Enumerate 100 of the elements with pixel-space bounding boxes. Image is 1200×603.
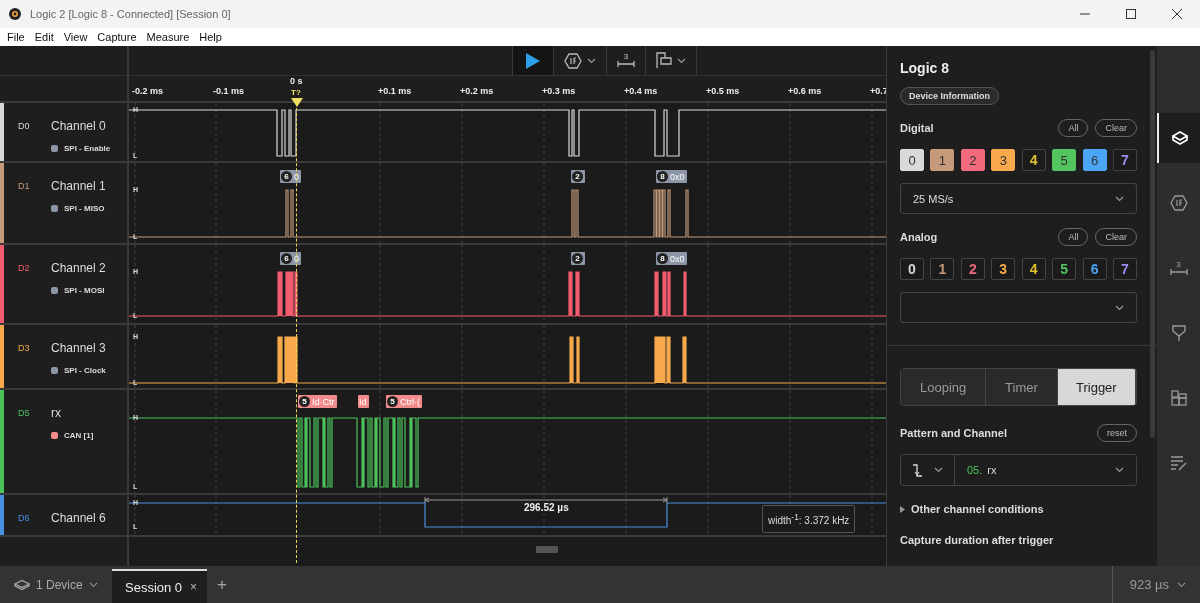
time-tick-label: +0.2 ms — [460, 86, 494, 96]
measurement-tooltip: width$^{-1}$: 3.372 kHz — [762, 505, 856, 534]
mode-tab[interactable]: Trigger — [1057, 369, 1136, 405]
decoded-frame[interactable]: 8 0x0 — [656, 252, 687, 265]
frame-index-badge: 6 — [281, 171, 292, 182]
caret-icon — [1115, 195, 1124, 202]
duration-value: 923 µs — [1129, 577, 1169, 592]
channel-toggle[interactable]: 6 — [1082, 149, 1107, 171]
channel-toggle[interactable]: 6 — [1082, 258, 1107, 280]
channel-toggle[interactable]: 0 — [900, 149, 924, 171]
menu-item[interactable]: Edit — [29, 31, 59, 43]
hexagon-icon — [564, 52, 582, 69]
decoded-frame[interactable]: 8 0x0 — [656, 170, 687, 183]
channel-name[interactable]: Channel 3 — [51, 340, 106, 356]
frame-index-badge: 5 — [387, 396, 398, 407]
maximize-icon — [1126, 9, 1136, 19]
time-zero-label: 0 s — [290, 76, 303, 86]
flag-icon — [656, 52, 672, 69]
frame-index-badge: 8 — [657, 253, 668, 264]
section-label: Analog — [900, 231, 938, 243]
channel-name[interactable]: rx — [51, 405, 94, 421]
ruler-bracket-icon — [1169, 268, 1188, 276]
channel-id: D0 — [18, 120, 31, 133]
decoded-frame[interactable]: 5 Id·Ctr — [298, 395, 337, 408]
decoded-frame[interactable]: 6 0 — [280, 252, 301, 265]
device-selector[interactable]: 1 Device — [0, 566, 112, 603]
play-icon — [526, 52, 540, 69]
channel-toggle[interactable]: 5 — [1052, 149, 1077, 171]
menu-item[interactable]: File — [2, 31, 30, 43]
frame-value: Ctrl·( — [400, 396, 420, 407]
frame-index-badge: 8 — [657, 171, 668, 182]
channel-name[interactable]: Channel 2 — [51, 260, 106, 276]
notes-icon — [1170, 455, 1187, 471]
scroll-handle[interactable] — [536, 546, 558, 553]
sidebar-tab[interactable]: 3 — [1157, 243, 1200, 293]
menu-item[interactable]: Help — [194, 31, 227, 43]
frame-value: 0 — [294, 253, 299, 264]
time-tick-label: +0.4 ms — [624, 86, 658, 96]
channel-toggle[interactable]: 5 — [1052, 258, 1077, 280]
frame-index-badge: 6 — [281, 253, 292, 264]
layers-icon — [14, 578, 30, 591]
ruler-bracket-icon — [617, 61, 635, 68]
channel-toggle[interactable]: 2 — [960, 258, 985, 280]
analyzer-name[interactable]: CAN [1] — [64, 431, 94, 440]
sidebar-tab[interactable] — [1157, 113, 1200, 163]
menu-item[interactable]: Measure — [141, 31, 195, 43]
channel-id: D5 — [18, 407, 31, 420]
mode-tab[interactable]: Looping — [901, 369, 987, 405]
analyzer-name[interactable]: SPI - MISO — [64, 204, 105, 213]
channel-toggle[interactable]: 3 — [991, 258, 1016, 280]
trigger-label: T? — [291, 88, 301, 97]
measure-count: 3 — [1176, 260, 1181, 269]
device-information-button[interactable]: Device Information — [900, 87, 1000, 105]
channel-toggle[interactable]: 2 — [960, 149, 985, 171]
channel-name[interactable]: Channel 0 — [51, 118, 111, 134]
sample-rate-select[interactable]: 25 MS/s — [900, 183, 1137, 214]
pin-icon — [1170, 324, 1187, 342]
add-session-button[interactable]: + — [207, 566, 238, 603]
analyzer-name[interactable]: SPI - Clock — [64, 366, 106, 375]
channel-toggle[interactable]: 1 — [930, 258, 955, 280]
duration-selector[interactable]: 923 µs — [1111, 566, 1200, 603]
window-title: Logic 2 [Logic 8 - Connected] [Session 0] — [30, 8, 232, 20]
analyzer-name[interactable]: SPI - Enable — [64, 144, 111, 153]
analyzer-name[interactable]: SPI - MOSI — [64, 286, 105, 295]
channel-id: D3 — [18, 342, 31, 355]
channel-toggle[interactable]: 7 — [1112, 149, 1137, 171]
frame-value: 0x0 — [670, 171, 685, 182]
time-tick-label: +0.3 ms — [542, 86, 576, 96]
other-conditions-toggle[interactable]: Other channel conditions — [911, 503, 1044, 515]
channel-toggle[interactable]: 1 — [930, 149, 955, 171]
menu-item[interactable]: View — [58, 31, 93, 43]
collapsed-triangle-icon[interactable] — [900, 505, 906, 513]
device-count: 1 Device — [36, 577, 83, 592]
device-title: Logic 8 — [900, 60, 950, 76]
channel-toggle[interactable]: 4 — [1021, 149, 1046, 171]
section-label: Pattern and Channel — [900, 427, 1007, 439]
time-tick-label: +0.1 ms — [378, 86, 412, 96]
tab-close-button[interactable]: × — [190, 580, 198, 594]
decoded-frame[interactable]: 5 Ctrl·( — [386, 395, 422, 408]
channel-id: D2 — [18, 262, 31, 275]
mode-tab[interactable]: Timer — [986, 369, 1058, 405]
section-label: Capture duration after trigger — [900, 534, 1055, 546]
play-button[interactable] — [512, 46, 554, 75]
session-label: Session 0 — [125, 579, 183, 595]
channel-name[interactable]: Channel 1 — [51, 178, 106, 194]
channel-toggle[interactable]: 3 — [991, 149, 1016, 171]
channel-toggle[interactable]: 0 — [900, 258, 924, 280]
decoded-frame[interactable]: 2 — [571, 252, 585, 265]
menu-item[interactable]: Capture — [92, 31, 142, 43]
decoded-frame[interactable]: 2 — [571, 170, 585, 183]
channel-toggle[interactable]: 7 — [1112, 258, 1137, 280]
caret-icon — [1115, 304, 1124, 311]
frame-value: 0x0 — [670, 253, 685, 264]
channel-toggle[interactable]: 4 — [1021, 258, 1046, 280]
measurement-value: 296.52 µs — [521, 501, 572, 514]
session-tab[interactable]: Session 0 × — [112, 569, 208, 603]
caret-icon — [1177, 581, 1186, 588]
channel-name[interactable]: Channel 6 — [51, 510, 106, 526]
panel-scrollbar[interactable] — [1150, 50, 1155, 438]
measure-count: 3 — [623, 53, 629, 61]
